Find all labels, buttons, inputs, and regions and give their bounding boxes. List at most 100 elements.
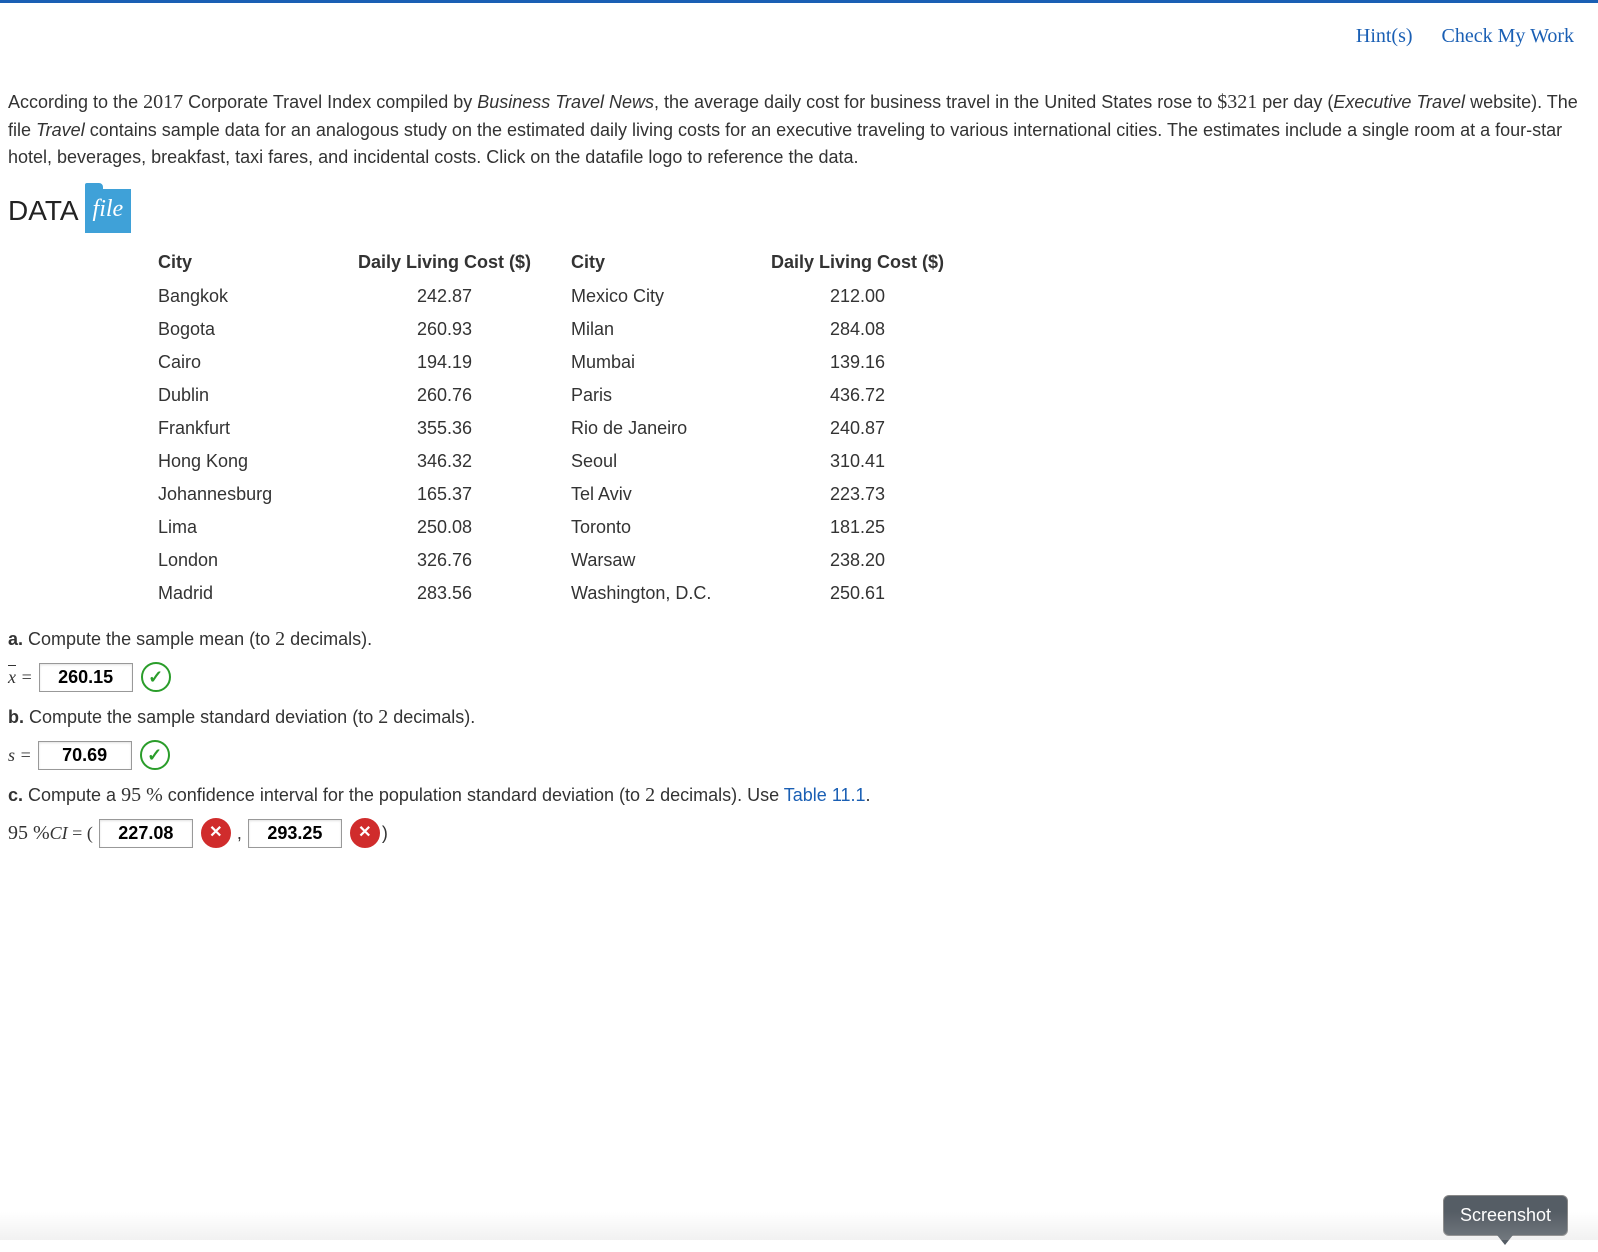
q-c-num: 2 [645, 784, 655, 806]
problem-intro: According to the 2017 Corporate Travel I… [8, 87, 1590, 171]
incorrect-icon: ✕ [201, 818, 231, 848]
city-cell: Tel Aviv [571, 478, 771, 511]
cost-cell: 242.87 [358, 280, 571, 313]
correct-icon: ✓ [140, 740, 170, 770]
table-row: Frankfurt355.36Rio de Janeiro240.87 [158, 412, 984, 445]
correct-icon: ✓ [141, 662, 171, 692]
q-a-text: Compute the sample mean (to [23, 629, 275, 649]
answer-a-input[interactable] [39, 663, 133, 692]
cost-cell: 283.56 [358, 577, 571, 610]
intro-text: , the average daily cost for business tr… [654, 92, 1217, 112]
intro-text: contains sample data for an analogous st… [8, 120, 1562, 167]
ci-close: ) [382, 820, 388, 847]
q-c-label: c. [8, 785, 23, 805]
table-row: Dublin260.76Paris436.72 [158, 379, 984, 412]
table-row: Bangkok242.87Mexico City212.00 [158, 280, 984, 313]
answer-c-lower-input[interactable] [99, 819, 193, 848]
ci-prefix: 95 %CI = ( [8, 818, 93, 848]
q-a-label: a. [8, 629, 23, 649]
cost-cell: 212.00 [771, 280, 984, 313]
question-b: b. Compute the sample standard deviation… [8, 702, 1590, 732]
city-cell: Bogota [158, 313, 358, 346]
cost-cell: 326.76 [358, 544, 571, 577]
cost-cell: 165.37 [358, 478, 571, 511]
table-row: Johannesburg165.37Tel Aviv223.73 [158, 478, 984, 511]
cost-cell: 310.41 [771, 445, 984, 478]
intro-text: According to the [8, 92, 143, 112]
city-cell: Milan [571, 313, 771, 346]
intro-text: per day ( [1257, 92, 1333, 112]
q-a-num: 2 [275, 628, 285, 650]
answer-b-input[interactable] [38, 741, 132, 770]
answer-c-upper-input[interactable] [248, 819, 342, 848]
check-my-work-link[interactable]: Check My Work [1442, 25, 1574, 47]
answer-row-c: 95 %CI = ( ✕ , ✕ ) [8, 818, 1590, 848]
intro-source2: Executive Travel [1333, 92, 1465, 112]
q-a-tail: decimals). [285, 629, 372, 649]
col-city-2: City [571, 245, 771, 280]
question-a: a. Compute the sample mean (to 2 decimal… [8, 624, 1590, 654]
cost-cell: 355.36 [358, 412, 571, 445]
cost-cell: 250.61 [771, 577, 984, 610]
intro-file: Travel [36, 120, 85, 140]
cost-cell: 436.72 [771, 379, 984, 412]
intro-year: 2017 [143, 91, 183, 113]
cost-cell: 139.16 [771, 346, 984, 379]
city-cell: Hong Kong [158, 445, 358, 478]
cost-cell: 181.25 [771, 511, 984, 544]
city-cell: Seoul [571, 445, 771, 478]
table-row: Bogota260.93Milan284.08 [158, 313, 984, 346]
incorrect-icon: ✕ [350, 818, 380, 848]
top-links: Hint(s) Check My Work [0, 3, 1598, 51]
city-cell: Bangkok [158, 280, 358, 313]
answer-row-b: s = ✓ [8, 740, 1590, 770]
table-row: Lima250.08Toronto181.25 [158, 511, 984, 544]
data-table: City Daily Living Cost ($) City Daily Li… [158, 245, 984, 610]
city-cell: Toronto [571, 511, 771, 544]
cost-cell: 250.08 [358, 511, 571, 544]
city-cell: Mumbai [571, 346, 771, 379]
s-prefix: s = [8, 742, 32, 769]
datafile-button[interactable]: DATA file [8, 189, 131, 233]
hints-link[interactable]: Hint(s) [1356, 25, 1413, 47]
q-b-label: b. [8, 707, 24, 727]
city-cell: Rio de Janeiro [571, 412, 771, 445]
datafile-label: DATA [8, 190, 79, 232]
q-c-tail: decimals). Use [655, 785, 784, 805]
intro-source: Business Travel News [477, 92, 654, 112]
city-cell: Frankfurt [158, 412, 358, 445]
cost-cell: 260.76 [358, 379, 571, 412]
answer-row-a: x = ✓ [8, 662, 1590, 692]
q-c-text: Compute a [23, 785, 121, 805]
file-icon: file [85, 189, 132, 233]
col-cost-2: Daily Living Cost ($) [771, 245, 984, 280]
table-header-row: City Daily Living Cost ($) City Daily Li… [158, 245, 984, 280]
table-row: Hong Kong346.32Seoul310.41 [158, 445, 984, 478]
city-cell: Lima [158, 511, 358, 544]
question-c: c. Compute a 95 % confidence interval fo… [8, 780, 1590, 810]
col-city-1: City [158, 245, 358, 280]
cost-cell: 240.87 [771, 412, 984, 445]
cost-cell: 194.19 [358, 346, 571, 379]
q-c-pct: 95 % [121, 784, 163, 806]
q-b-tail: decimals). [388, 707, 475, 727]
city-cell: Washington, D.C. [571, 577, 771, 610]
col-cost-1: Daily Living Cost ($) [358, 245, 571, 280]
cost-cell: 223.73 [771, 478, 984, 511]
cost-cell: 260.93 [358, 313, 571, 346]
q-b-num: 2 [378, 706, 388, 728]
city-cell: Madrid [158, 577, 358, 610]
cost-cell: 346.32 [358, 445, 571, 478]
city-cell: London [158, 544, 358, 577]
table-row: Cairo194.19Mumbai139.16 [158, 346, 984, 379]
city-cell: Dublin [158, 379, 358, 412]
city-cell: Johannesburg [158, 478, 358, 511]
table-11-1-link[interactable]: Table 11.1 [784, 785, 866, 805]
cost-cell: 238.20 [771, 544, 984, 577]
fade-bottom [0, 1212, 1598, 1240]
intro-amount: $321 [1217, 91, 1257, 113]
intro-text: Corporate Travel Index compiled by [183, 92, 477, 112]
city-cell: Paris [571, 379, 771, 412]
q-b-text: Compute the sample standard deviation (t… [24, 707, 378, 727]
q-c-mid: confidence interval for the population s… [163, 785, 645, 805]
